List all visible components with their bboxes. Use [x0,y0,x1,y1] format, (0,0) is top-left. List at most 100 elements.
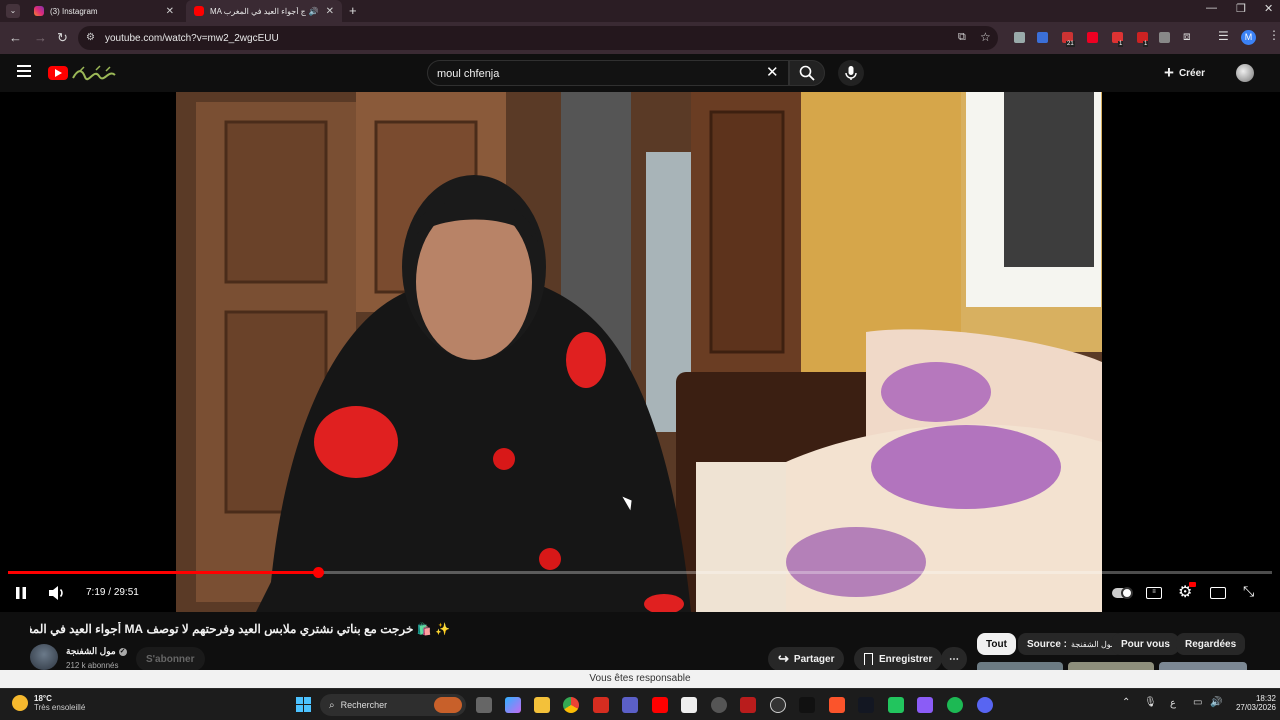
taskbar-search[interactable]: ⌕ Rechercher [320,694,466,716]
weather-condition: Très ensoleillé [34,703,86,712]
chrome-menu-icon[interactable]: ⋮ [1268,28,1280,42]
share-button[interactable]: ↪ Partager [768,647,845,671]
related-video-thumbnail[interactable] [977,662,1063,670]
close-tab-icon[interactable]: ✕ [326,6,334,17]
more-actions-button[interactable]: ⋯ [941,647,967,671]
video-title: ✨ 🛍️ خرجت مع بناتي نشتري ملابس العيد وفر… [30,622,450,636]
start-button[interactable] [296,697,311,712]
total-time: 29:51 [113,587,139,598]
youtube-extension-icon[interactable] [1087,32,1098,43]
filter-chip-source[interactable]: Source : مول الشفنجة [1018,633,1125,655]
input-language[interactable]: ع [1170,698,1176,709]
new-tab-button[interactable]: + [349,3,357,18]
tab-instagram[interactable]: (3) Instagram ✕ [26,0,182,22]
voice-search-button[interactable] [838,60,864,86]
profile-avatar[interactable]: M [1241,30,1256,45]
search-button[interactable] [789,60,825,86]
browser-tab-strip: ⌄ (3) Instagram ✕ MA ج أجواء العيد في ال… [0,0,1280,22]
url-text[interactable]: youtube.com/watch?v=mw2_2wgcEUU [105,33,279,44]
clear-search-icon[interactable]: ✕ [766,63,779,81]
verified-check-icon: ✓ [118,647,127,656]
app-icon[interactable] [917,697,933,713]
hamburger-menu-icon[interactable] [17,65,31,77]
extensions-puzzle-icon[interactable]: ⧈ [1183,29,1191,44]
forward-icon[interactable]: → [34,30,47,45]
discord-icon[interactable] [977,697,993,713]
youtube-logo[interactable] [48,66,68,80]
translate-extension-icon[interactable] [1037,32,1048,43]
spotify-icon[interactable] [947,697,963,713]
clock-time: 18:32 [1255,694,1276,703]
fullscreen-icon[interactable]: ⤡ [1243,583,1254,600]
related-video-thumbnail[interactable] [1068,662,1154,670]
create-button[interactable]: + Créer [1164,61,1205,85]
weather-widget[interactable]: 18°C Très ensoleillé [12,694,85,712]
close-tab-icon[interactable]: ✕ [166,6,174,17]
subtitles-icon[interactable]: ≡ [1146,587,1162,599]
task-view-icon[interactable] [476,697,492,713]
close-window-button[interactable]: ✕ [1264,2,1273,15]
xm-app-icon[interactable] [799,697,815,713]
chip-label: Regardées [1185,638,1237,650]
chrome-icon[interactable] [563,697,579,713]
save-button[interactable]: Enregistrer [854,647,943,671]
video-player[interactable]: 7:19 / 29:51 ≡ ⚙ ⤡ [0,92,1280,612]
app-icon[interactable] [740,697,756,713]
related-video-thumbnail[interactable] [1159,662,1247,670]
video-still-image [176,92,1102,612]
search-highlight-icon [434,697,462,713]
extension-icon[interactable] [1159,32,1170,43]
bookmark-star-icon[interactable]: ☆ [980,30,991,44]
subscribe-button[interactable]: S'abonner [136,647,205,671]
taskbar-search-label: Rechercher [340,700,388,710]
app-icon[interactable] [711,697,727,713]
youtube-header: ✕ + Créer [0,54,1280,92]
search-input[interactable] [437,66,757,81]
cast-icon[interactable]: ⧉ [958,31,966,44]
github-icon[interactable] [770,697,786,713]
filter-chip-all[interactable]: Tout [977,633,1016,655]
network-icon[interactable]: ▭ [1193,697,1202,708]
microphone-icon [845,66,857,80]
video-frame[interactable] [176,92,1102,612]
app-icon[interactable] [888,697,904,713]
site-info-icon[interactable]: ⚙ [86,32,95,43]
tab-search-button[interactable]: ⌄ [6,4,20,18]
filter-chip-watched[interactable]: Regardées [1176,633,1246,655]
autoplay-toggle[interactable] [1112,587,1133,599]
custom-logo-doodle[interactable] [72,65,116,81]
fn-app-icon[interactable] [681,697,697,713]
account-avatar[interactable] [1236,64,1254,82]
address-bar[interactable]: ⚙ youtube.com/watch?v=mw2_2wgcEUU ⧉ ☆ [78,26,998,50]
volume-icon[interactable]: 🔊 [1210,697,1222,708]
minimize-button[interactable]: — [1206,2,1217,14]
file-explorer-icon[interactable] [534,697,550,713]
copilot-icon[interactable] [505,697,521,713]
reading-list-icon[interactable]: ☰ [1218,29,1229,43]
acrobat-icon[interactable] [593,697,609,713]
teams-icon[interactable] [622,697,638,713]
youtube-icon[interactable] [652,697,668,713]
progress-scrubber-handle[interactable] [312,567,324,578]
miniplayer-icon[interactable] [1210,587,1226,599]
clock[interactable]: 18:32 27/03/2026 [1226,694,1276,712]
tab-youtube[interactable]: MA ج أجواء العيد في المغرب 🔊 ✕ [186,0,342,22]
tradingview-icon[interactable] [858,697,874,713]
instagram-icon [34,6,44,16]
reload-icon[interactable]: ↻ [57,30,68,46]
volume-button[interactable] [48,585,66,606]
back-icon[interactable]: ← [9,30,22,45]
pause-button[interactable] [14,586,28,605]
brave-icon[interactable] [829,697,845,713]
audio-playing-icon[interactable]: 🔊 [309,7,319,16]
progress-bar[interactable] [8,567,1272,578]
channel-avatar[interactable] [30,644,58,670]
filter-chip-for-you[interactable]: Pour vous [1112,633,1179,655]
restore-button[interactable]: ❐ [1236,2,1246,15]
channel-name[interactable]: مول الشفنجة ✓ [66,646,127,657]
create-label: Créer [1178,67,1206,79]
tray-overflow-icon[interactable]: ⌃ [1122,697,1130,708]
extension-icon[interactable] [1014,32,1025,43]
watch-metadata: ✨ 🛍️ خرجت مع بناتي نشتري ملابس العيد وفر… [0,612,1280,671]
microphone-icon[interactable]: 🎙 [1144,697,1157,708]
